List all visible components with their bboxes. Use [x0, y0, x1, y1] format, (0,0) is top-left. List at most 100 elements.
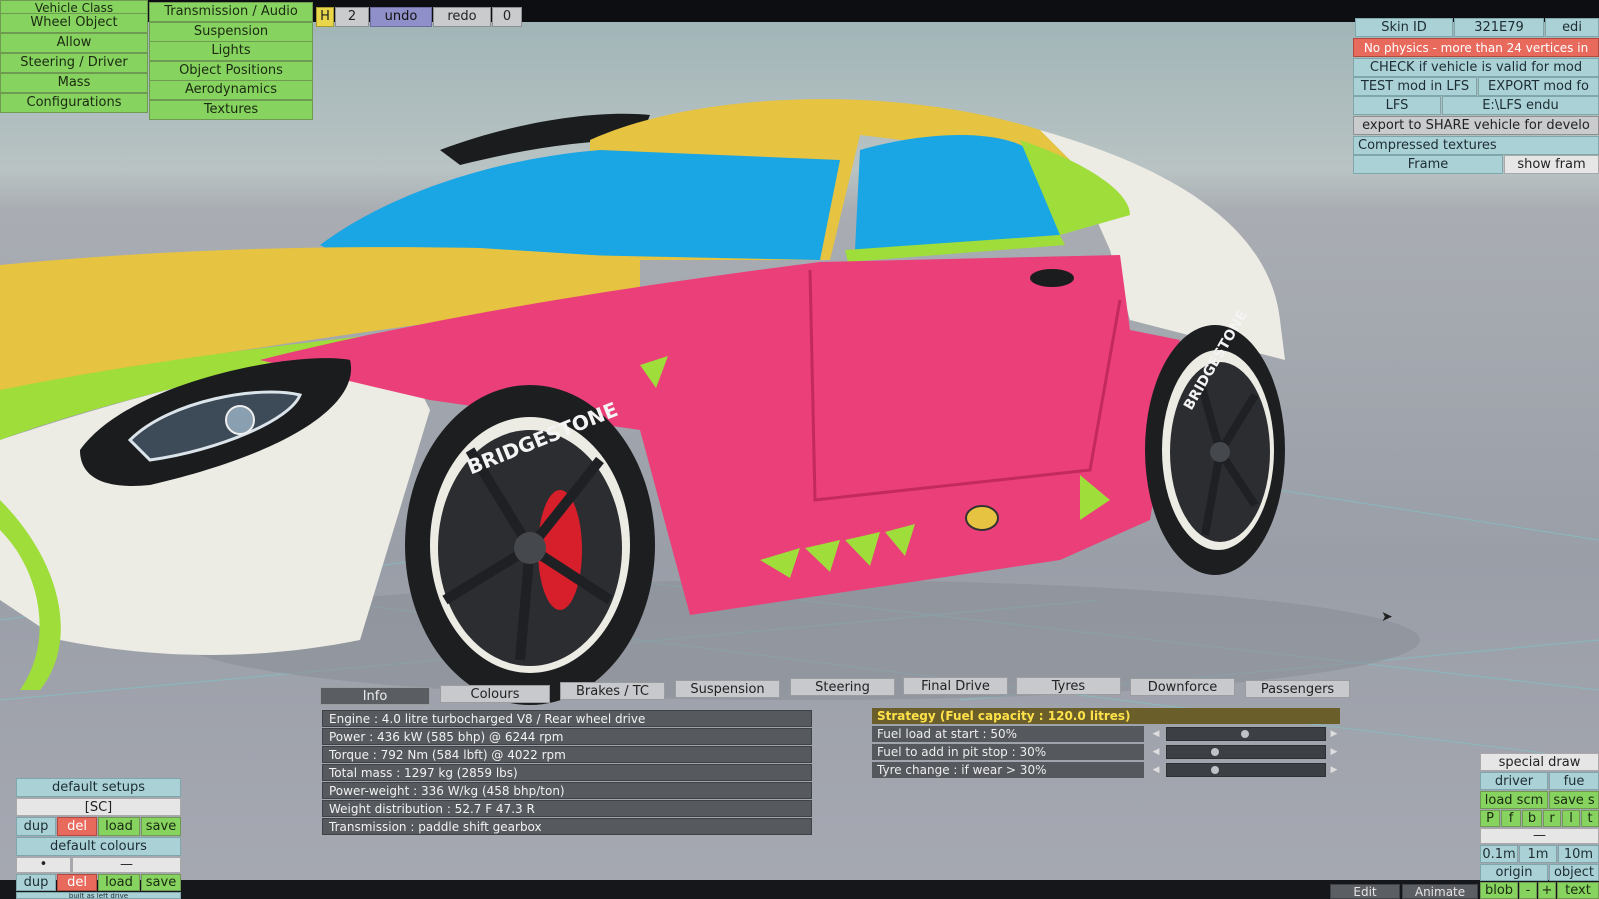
tab-passengers[interactable]: Passengers [1245, 680, 1350, 698]
tab-suspension[interactable]: Suspension [675, 680, 780, 698]
physics-warning: No physics - more than 24 vertices in [1353, 38, 1599, 57]
lfs-path-field[interactable]: E:\LFS endu [1442, 96, 1599, 115]
load-colour-button[interactable]: load [98, 874, 140, 891]
menu-object-positions[interactable]: Object Positions [149, 61, 313, 81]
share-export-button[interactable]: export to SHARE vehicle for develo [1353, 116, 1599, 135]
tyre-change-decrease[interactable]: ◀ [1150, 763, 1162, 777]
flag-t[interactable]: t [1581, 810, 1599, 827]
tool-separator: — [1480, 828, 1599, 844]
default-setups-label: default setups [16, 778, 181, 797]
flag-f[interactable]: f [1501, 810, 1521, 827]
default-colours-label: default colours [16, 837, 181, 856]
left-drive-toggle[interactable]: built as left drive [16, 892, 181, 899]
load-scm-button[interactable]: load scm [1480, 791, 1548, 809]
skin-id-value[interactable]: 321E79 [1454, 18, 1544, 37]
menu-wheel-object[interactable]: Wheel Object [0, 13, 148, 33]
edit-skin-button[interactable]: edi [1545, 18, 1599, 37]
flag-r[interactable]: r [1543, 810, 1561, 827]
origin-button[interactable]: origin [1480, 864, 1548, 881]
info-total-mass: Total mass : 1297 kg (2859 lbs) [322, 764, 812, 781]
dup-setup-button[interactable]: dup [16, 817, 56, 836]
save-colour-button[interactable]: save [141, 874, 181, 891]
animate-mode-tab[interactable]: Animate [1402, 884, 1478, 899]
tab-steering[interactable]: Steering [790, 678, 895, 696]
colour-slot[interactable]: — [72, 857, 181, 873]
flag-l[interactable]: l [1562, 810, 1580, 827]
tab-downforce[interactable]: Downforce [1130, 678, 1235, 696]
save-setup-button[interactable]: save [141, 817, 181, 836]
menu-mass[interactable]: Mass [0, 73, 148, 93]
compressed-textures-toggle[interactable]: Compressed textures [1353, 136, 1599, 155]
fuel-start-decrease[interactable]: ◀ [1150, 727, 1162, 741]
pit-fuel-increase[interactable]: ▶ [1328, 745, 1340, 759]
tyre-change-label: Tyre change : if wear > 30% [872, 762, 1144, 778]
scale-1m[interactable]: 1m [1519, 845, 1557, 863]
tab-tyres[interactable]: Tyres [1016, 677, 1121, 695]
object-button[interactable]: object [1549, 864, 1599, 881]
tab-brakes-tc[interactable]: Brakes / TC [560, 682, 665, 700]
info-transmission: Transmission : paddle shift gearbox [322, 818, 812, 835]
info-engine: Engine : 4.0 litre turbocharged V8 / Rea… [322, 710, 812, 727]
windshield [320, 150, 840, 260]
h-button[interactable]: H [316, 7, 334, 27]
scale-10m[interactable]: 10m [1558, 845, 1599, 863]
menu-steering-driver[interactable]: Steering / Driver [0, 53, 148, 73]
fuel-start-slider[interactable] [1166, 727, 1326, 741]
edit-mode-tab[interactable]: Edit [1330, 884, 1400, 899]
info-power-weight: Power-weight : 336 W/kg (458 bhp/ton) [322, 782, 812, 799]
fuel-start-increase[interactable]: ▶ [1328, 727, 1340, 741]
check-valid-button[interactable]: CHECK if vehicle is valid for mod [1353, 58, 1599, 77]
slider-knob[interactable] [1211, 748, 1219, 756]
tab-info[interactable]: Info [320, 687, 430, 705]
redo-count: 0 [492, 7, 522, 27]
blob-plus-button[interactable]: + [1538, 882, 1556, 899]
menu-aerodynamics[interactable]: Aerodynamics [149, 80, 313, 100]
save-scm-button[interactable]: save s [1549, 791, 1599, 809]
load-setup-button[interactable]: load [98, 817, 140, 836]
flag-p[interactable]: P [1480, 810, 1500, 827]
menu-configurations[interactable]: Configurations [0, 93, 148, 113]
menu-suspension[interactable]: Suspension [149, 22, 313, 42]
fuel-start-label: Fuel load at start : 50% [872, 726, 1144, 742]
pit-fuel-decrease[interactable]: ◀ [1150, 745, 1162, 759]
export-mod-button[interactable]: EXPORT mod fo [1478, 77, 1599, 96]
driver-button[interactable]: driver [1480, 772, 1548, 790]
menu-transmission-audio[interactable]: Transmission / Audio [149, 2, 313, 22]
tyre-change-increase[interactable]: ▶ [1328, 763, 1340, 777]
text-button[interactable]: text [1557, 882, 1599, 899]
undo-button[interactable]: undo [370, 7, 432, 27]
blob-minus-button[interactable]: - [1519, 882, 1537, 899]
special-draw-button[interactable]: special draw [1480, 753, 1599, 771]
front-wheel: BRIDGESTONE [405, 385, 655, 705]
menu-allow[interactable]: Allow [0, 33, 148, 53]
pit-fuel-label: Fuel to add in pit stop : 30% [872, 744, 1144, 760]
menu-textures[interactable]: Textures [149, 100, 313, 120]
info-torque: Torque : 792 Nm (584 lbft) @ 4022 rpm [322, 746, 812, 763]
menu-lights[interactable]: Lights [149, 41, 313, 61]
del-setup-button[interactable]: del [57, 817, 97, 836]
skin-id-label: Skin ID [1355, 18, 1453, 37]
dup-colour-button[interactable]: dup [16, 874, 56, 891]
show-frame-button[interactable]: show fram [1504, 155, 1599, 174]
info-weight-distribution: Weight distribution : 52.7 F 47.3 R [322, 800, 812, 817]
tyre-change-slider[interactable] [1166, 763, 1326, 777]
redo-button[interactable]: redo [433, 7, 491, 27]
scale-0-1m[interactable]: 0.1m [1480, 845, 1518, 863]
frame-button[interactable]: Frame [1353, 155, 1503, 174]
pit-fuel-slider[interactable] [1166, 745, 1326, 759]
del-colour-button[interactable]: del [57, 874, 97, 891]
test-mod-button[interactable]: TEST mod in LFS [1353, 77, 1477, 96]
fuel-button[interactable]: fue [1549, 772, 1599, 790]
setup-sc[interactable]: [SC] [16, 798, 181, 816]
mouse-cursor-icon: ➤ [1381, 609, 1393, 625]
blob-button[interactable]: blob [1480, 882, 1518, 899]
slider-knob[interactable] [1211, 766, 1219, 774]
info-power: Power : 436 kW (585 bhp) @ 6244 rpm [322, 728, 812, 745]
slider-knob[interactable] [1241, 730, 1249, 738]
undo-count: 2 [335, 7, 369, 27]
tab-final-drive[interactable]: Final Drive [903, 677, 1008, 695]
tab-colours[interactable]: Colours [440, 685, 550, 703]
colour-dot[interactable]: • [16, 857, 71, 873]
lfs-label: LFS [1353, 96, 1441, 115]
flag-b[interactable]: b [1522, 810, 1542, 827]
